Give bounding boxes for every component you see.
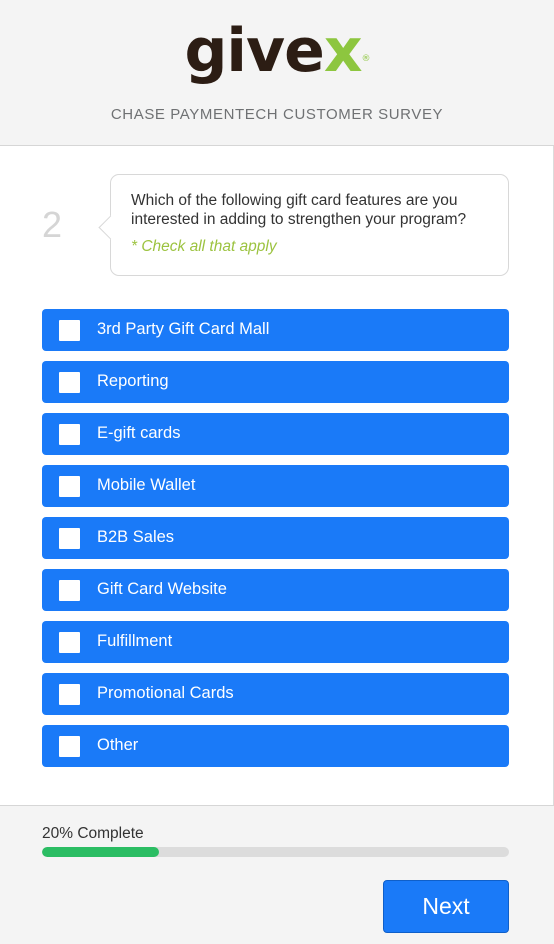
option-label: Gift Card Website xyxy=(97,580,227,598)
checkbox[interactable] xyxy=(59,476,80,497)
survey-title: CHASE PAYMENTECH CUSTOMER SURVEY xyxy=(110,106,444,123)
checkbox[interactable] xyxy=(59,736,80,757)
logo-main-text: give xyxy=(184,16,324,86)
options-list: 3rd Party Gift Card Mall Reporting E-gif… xyxy=(42,309,509,777)
option-label: 3rd Party Gift Card Mall xyxy=(97,320,270,338)
footer: 20% Complete Next xyxy=(0,806,554,944)
option-label: Fulfillment xyxy=(97,632,173,650)
option-label: Reporting xyxy=(97,372,169,390)
question-hint: * Check all that apply xyxy=(131,238,277,255)
option-mobile-wallet[interactable]: Mobile Wallet xyxy=(42,465,509,507)
checkbox[interactable] xyxy=(59,528,80,549)
logo-registered-mark: ® xyxy=(361,54,371,64)
option-label: Promotional Cards xyxy=(97,684,234,702)
question-bubble: Which of the following gift card feature… xyxy=(110,174,509,276)
checkbox[interactable] xyxy=(59,372,80,393)
option-label: E-gift cards xyxy=(97,424,181,442)
option-promotional-cards[interactable]: Promotional Cards xyxy=(42,673,509,715)
option-e-gift-cards[interactable]: E-gift cards xyxy=(42,413,509,455)
logo-accent-text: x xyxy=(323,16,363,86)
option-b2b-sales[interactable]: B2B Sales xyxy=(42,517,509,559)
progress-bar xyxy=(42,847,509,857)
option-other[interactable]: Other xyxy=(42,725,509,767)
checkbox[interactable] xyxy=(59,320,80,341)
checkbox[interactable] xyxy=(59,684,80,705)
progress-label: 20% Complete xyxy=(42,825,144,842)
next-button[interactable]: Next xyxy=(383,880,509,933)
option-label: Mobile Wallet xyxy=(97,476,196,494)
givex-logo: givex® xyxy=(0,16,554,86)
progress-bar-fill xyxy=(42,847,159,857)
option-3rd-party-gift-card-mall[interactable]: 3rd Party Gift Card Mall xyxy=(42,309,509,351)
option-fulfillment[interactable]: Fulfillment xyxy=(42,621,509,663)
option-reporting[interactable]: Reporting xyxy=(42,361,509,403)
checkbox[interactable] xyxy=(59,580,80,601)
survey-page: givex® CHASE PAYMENTECH CUSTOMER SURVEY … xyxy=(0,0,554,944)
checkbox[interactable] xyxy=(59,632,80,653)
option-label: Other xyxy=(97,736,139,754)
option-label: B2B Sales xyxy=(97,528,175,546)
checkbox[interactable] xyxy=(59,424,80,445)
header: givex® CHASE PAYMENTECH CUSTOMER SURVEY xyxy=(0,0,554,146)
question-text: Which of the following gift card feature… xyxy=(131,192,467,228)
option-gift-card-website[interactable]: Gift Card Website xyxy=(42,569,509,611)
question-number: 2 xyxy=(42,204,63,245)
